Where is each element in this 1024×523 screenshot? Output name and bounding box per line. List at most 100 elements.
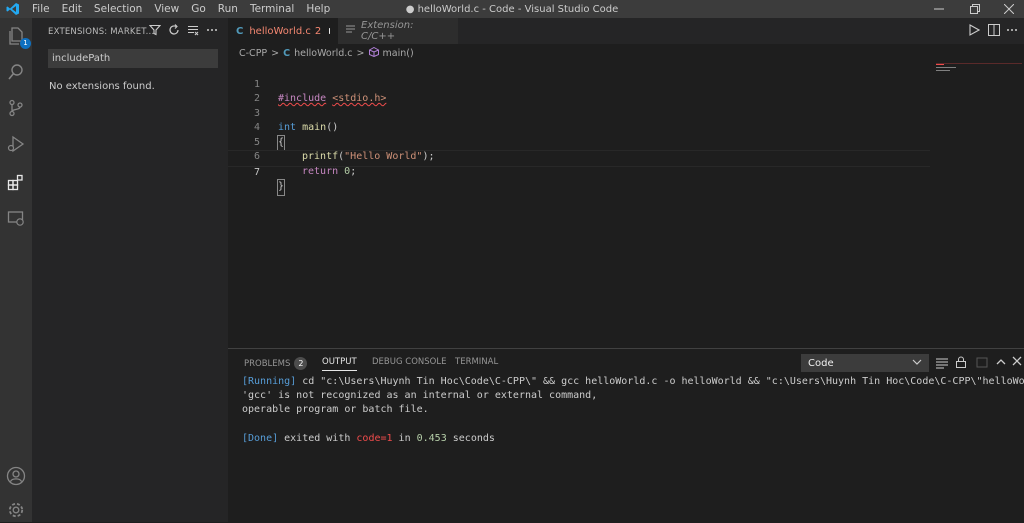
output-text: exited with bbox=[278, 433, 357, 444]
clear-results-icon[interactable] bbox=[187, 24, 199, 39]
keyword: int bbox=[278, 122, 297, 133]
title-bar: File Edit Selection View Go Run Terminal… bbox=[0, 0, 1024, 18]
output-line: [Running] cd "c:\Users\Huynh Tin Hoc\Cod… bbox=[242, 376, 1024, 387]
breadcrumb-folder[interactable]: C-CPP bbox=[239, 48, 267, 59]
remote-explorer-icon[interactable] bbox=[4, 206, 28, 230]
include-directive: #include bbox=[278, 93, 327, 104]
code-text: #include <stdio.h> bbox=[278, 92, 386, 107]
symbol-method-icon bbox=[368, 46, 379, 60]
extensions-sidebar: EXTENSIONS: MARKET... No extensions foun… bbox=[32, 18, 228, 522]
chevron-down-icon bbox=[912, 357, 922, 370]
account-icon[interactable] bbox=[4, 464, 28, 488]
extensions-icon[interactable] bbox=[4, 170, 28, 194]
panel-tab-problems[interactable]: PROBLEMS 2 bbox=[244, 357, 308, 370]
brace-close: } bbox=[276, 179, 286, 196]
include-header: <stdio.h> bbox=[332, 93, 387, 104]
more-actions-icon[interactable] bbox=[1006, 24, 1018, 39]
current-line: 7 } bbox=[228, 150, 930, 196]
chevron-right-icon: > bbox=[356, 47, 365, 59]
lock-icon[interactable] bbox=[955, 356, 967, 371]
extensions-search-input[interactable] bbox=[48, 49, 218, 68]
files-icon[interactable]: 1 bbox=[4, 24, 31, 49]
settings-gear-icon[interactable] bbox=[4, 498, 28, 522]
done-tag: [Done] bbox=[242, 433, 279, 444]
more-actions-icon[interactable] bbox=[206, 24, 218, 39]
tab-extension-cpp[interactable]: Extension: C/C++ bbox=[338, 18, 458, 44]
running-tag: [Running] bbox=[242, 376, 297, 387]
punctuation: () bbox=[326, 122, 339, 133]
split-editor-icon[interactable] bbox=[988, 24, 1000, 39]
output-line: [Done] exited with code=1 in 0.453 secon… bbox=[242, 433, 495, 444]
minimap[interactable] bbox=[936, 63, 1022, 83]
c-file-icon: C bbox=[283, 47, 291, 59]
sidebar-title: EXTENSIONS: MARKET... bbox=[48, 27, 155, 37]
code-line: 4 { bbox=[228, 107, 286, 151]
bottom-panel: PROBLEMS 2 OUTPUT DEBUG CONSOLE TERMINAL … bbox=[228, 348, 1024, 523]
function-name: main bbox=[302, 122, 327, 133]
panel-tab-output[interactable]: OUTPUT bbox=[322, 357, 357, 371]
tab-label: helloWorld.c bbox=[249, 25, 311, 37]
tab-problems-count: 2 bbox=[314, 25, 322, 37]
brace-open: { bbox=[276, 134, 286, 151]
source-control-icon[interactable] bbox=[4, 96, 28, 120]
exit-code: code=1 bbox=[356, 433, 393, 444]
breadcrumb-symbol[interactable]: main() bbox=[383, 48, 414, 59]
sidebar-toolbar bbox=[148, 24, 218, 39]
line-number: 7 bbox=[253, 166, 260, 178]
command-text: cd "c:\Users\Huynh Tin Hoc\Code\C-CPP\" … bbox=[296, 376, 1024, 387]
explorer-badge: 1 bbox=[20, 38, 31, 49]
open-output-icon[interactable] bbox=[976, 356, 988, 371]
code-line: 2 bbox=[228, 78, 260, 104]
run-debug-icon[interactable] bbox=[4, 132, 28, 156]
no-extensions-message: No extensions found. bbox=[49, 81, 155, 92]
keyword: return bbox=[302, 165, 339, 177]
filter-icon[interactable] bbox=[148, 24, 162, 39]
c-file-icon: C bbox=[236, 25, 244, 37]
output-text: seconds bbox=[446, 433, 495, 444]
code-line: 6 return 0; bbox=[228, 136, 356, 177]
tab-hello-world[interactable]: C helloWorld.c 2 bbox=[228, 18, 338, 44]
search-icon[interactable] bbox=[4, 60, 28, 84]
modified-dot-icon[interactable] bbox=[329, 28, 330, 34]
breadcrumb-file[interactable]: helloWorld.c bbox=[294, 48, 352, 59]
menu-go[interactable]: Go bbox=[185, 3, 212, 15]
menu-terminal[interactable]: Terminal bbox=[244, 3, 300, 15]
minimize-icon[interactable] bbox=[922, 0, 956, 18]
code-line: 5 printf("Hello World"); bbox=[228, 121, 435, 163]
tab-label: PROBLEMS bbox=[244, 359, 291, 369]
output-line: operable program or batch file. bbox=[242, 404, 429, 415]
vscode-logo-icon[interactable] bbox=[0, 2, 26, 16]
breadcrumb: C-CPP > C helloWorld.c > main() bbox=[239, 45, 414, 61]
output-channel-value: Code bbox=[808, 357, 834, 369]
close-icon[interactable] bbox=[992, 0, 1024, 18]
output-text: in bbox=[392, 433, 417, 444]
activity-bar: 1 bbox=[0, 18, 32, 522]
elapsed-time: 0.453 bbox=[416, 433, 447, 444]
punctuation: ; bbox=[350, 165, 357, 177]
editor-tabs: C helloWorld.c 2 Extension: C/C++ bbox=[228, 18, 1024, 44]
code-text: int main() bbox=[278, 121, 338, 136]
output-channel-select[interactable]: Code bbox=[801, 354, 929, 372]
panel-tab-terminal[interactable]: TERMINAL bbox=[455, 357, 498, 367]
run-code-icon[interactable] bbox=[968, 24, 981, 39]
code-line: 1 #include <stdio.h> bbox=[228, 63, 928, 105]
maximize-panel-icon[interactable] bbox=[995, 356, 1007, 371]
tab-label: Extension: C/C++ bbox=[361, 20, 414, 42]
code-editor[interactable]: 1 #include <stdio.h> 2 3 int main() 4 { … bbox=[228, 61, 1024, 348]
menu-help[interactable]: Help bbox=[300, 3, 336, 15]
refresh-icon[interactable] bbox=[168, 24, 180, 39]
panel-tab-debug-console[interactable]: DEBUG CONSOLE bbox=[372, 357, 446, 367]
problems-count-badge: 2 bbox=[294, 357, 308, 370]
preview-icon bbox=[346, 25, 355, 37]
menu-run[interactable]: Run bbox=[212, 3, 244, 15]
chevron-right-icon: > bbox=[271, 47, 280, 59]
menu-edit[interactable]: Edit bbox=[56, 3, 88, 15]
menu-selection[interactable]: Selection bbox=[88, 3, 148, 15]
code-line: 3 int main() bbox=[228, 92, 338, 134]
clear-output-icon[interactable] bbox=[936, 357, 948, 372]
menu-file[interactable]: File bbox=[26, 3, 56, 15]
close-panel-icon[interactable] bbox=[1012, 356, 1022, 369]
menu-view[interactable]: View bbox=[148, 3, 185, 15]
output-line: 'gcc' is not recognized as an internal o… bbox=[242, 390, 598, 401]
restore-icon[interactable] bbox=[958, 0, 992, 18]
